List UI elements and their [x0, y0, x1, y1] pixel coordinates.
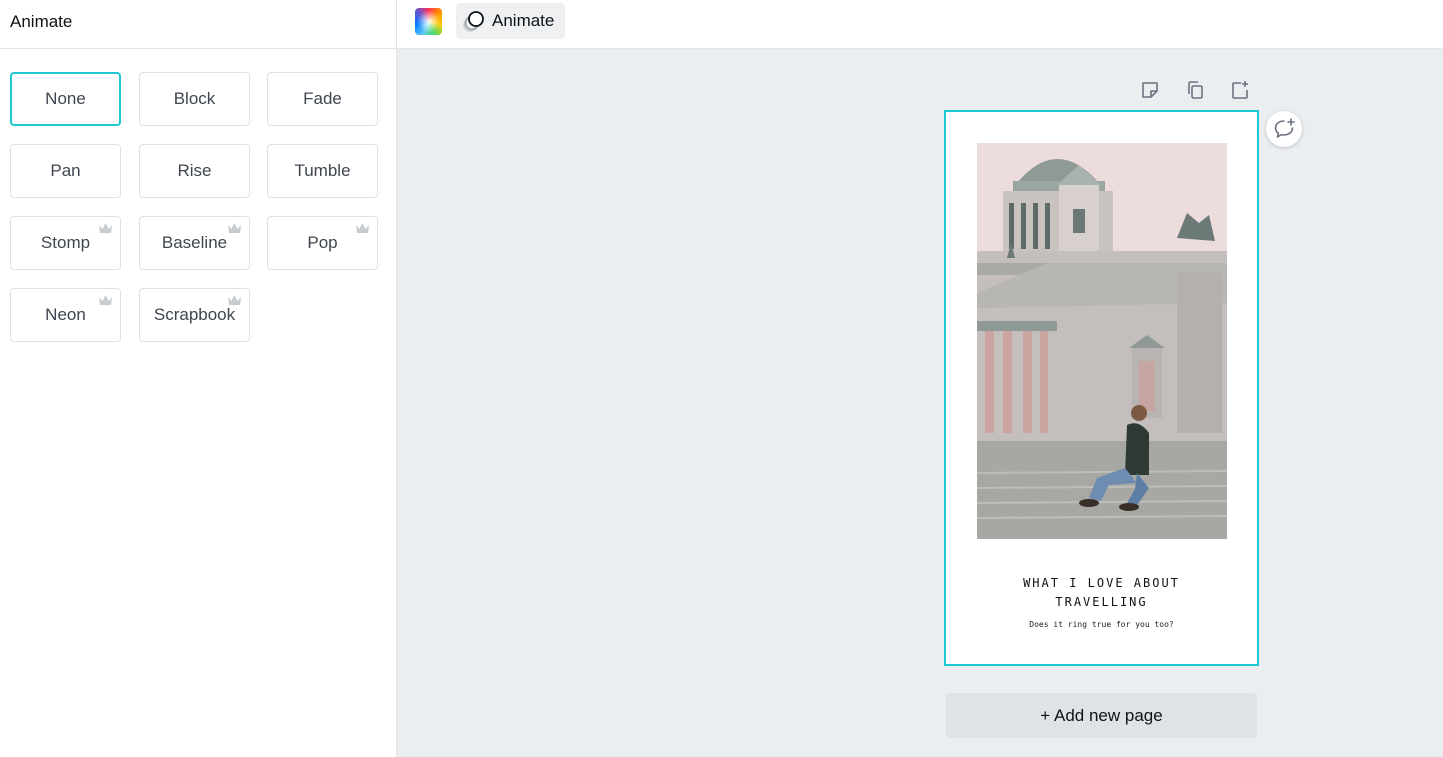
effect-label: Baseline — [161, 233, 228, 252]
crown-icon — [99, 295, 112, 305]
effect-label: Pan — [50, 161, 81, 180]
effect-baseline-button[interactable]: Baseline — [139, 216, 250, 270]
effect-label: Neon — [45, 305, 86, 324]
effect-pan-button[interactable]: Pan — [10, 144, 121, 198]
effect-label: Scrapbook — [153, 305, 236, 324]
add-new-page-button[interactable]: + Add new page — [946, 693, 1257, 738]
effect-label: Tumble — [294, 161, 351, 180]
effect-fade-button[interactable]: Fade — [267, 72, 378, 126]
effect-pop-button[interactable]: Pop — [267, 216, 378, 270]
panel-title: Animate — [0, 0, 396, 49]
effect-label: None — [45, 89, 86, 108]
effect-tumble-button[interactable]: Tumble — [267, 144, 378, 198]
add-page-icon[interactable] — [1229, 79, 1251, 101]
duplicate-page-icon[interactable] — [1184, 79, 1206, 101]
crown-icon — [99, 223, 112, 233]
editor-toolbar: Animate — [397, 0, 1443, 49]
design-title-text[interactable]: WHAT I LOVE ABOUT TRAVELLING — [946, 574, 1257, 612]
color-palette-icon[interactable] — [415, 8, 442, 35]
effect-stomp-button[interactable]: Stomp — [10, 216, 121, 270]
animate-button-label: Animate — [492, 11, 555, 30]
photo-illustration — [977, 143, 1227, 539]
design-page[interactable]: WHAT I LOVE ABOUT TRAVELLING Does it rin… — [944, 110, 1259, 666]
animate-button[interactable]: Animate — [456, 3, 565, 39]
crown-icon — [228, 223, 241, 233]
effect-label: Block — [173, 89, 216, 108]
design-subtitle-text[interactable]: Does it ring true for you too? — [946, 620, 1257, 629]
crown-icon — [228, 295, 241, 305]
animation-effects-grid: None Block Fade Pan Rise Tumble Stomp Ba… — [10, 72, 378, 342]
effect-none-button[interactable]: None — [10, 72, 121, 126]
effect-block-button[interactable]: Block — [139, 72, 250, 126]
effect-label: Rise — [177, 161, 212, 180]
effect-rise-button[interactable]: Rise — [139, 144, 250, 198]
crown-icon — [356, 223, 369, 233]
effect-scrapbook-button[interactable]: Scrapbook — [139, 288, 250, 342]
effect-label: Stomp — [40, 233, 91, 252]
effect-label: Pop — [307, 233, 338, 252]
cathedral-woman-sitting-photo[interactable] — [977, 143, 1227, 539]
notes-icon[interactable] — [1139, 79, 1161, 101]
effect-label: Fade — [303, 89, 342, 108]
design-canvas: WHAT I LOVE ABOUT TRAVELLING Does it rin… — [397, 49, 1443, 757]
add-comment-icon — [1274, 118, 1295, 138]
animate-circles-icon — [463, 11, 484, 32]
page-toolbar — [1139, 79, 1259, 103]
effect-neon-button[interactable]: Neon — [10, 288, 121, 342]
canva-editor: Animate None Block Fade Pan Rise Tumble … — [0, 0, 1443, 757]
add-comment-button[interactable] — [1266, 111, 1302, 147]
animate-panel: Animate None Block Fade Pan Rise Tumble … — [0, 0, 397, 757]
